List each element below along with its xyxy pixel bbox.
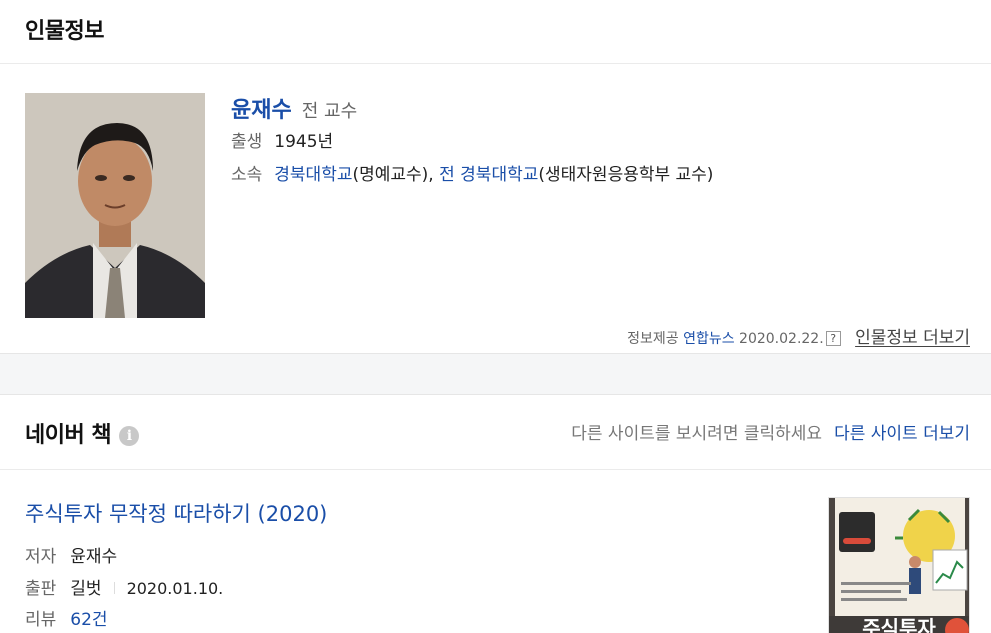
- person-name-row: 윤재수 전 교수: [231, 92, 357, 124]
- source-date: 2020.02.22.: [739, 331, 824, 347]
- affiliation-link-2[interactable]: 경북대학교: [460, 165, 538, 185]
- question-mark-icon[interactable]: ?: [825, 331, 841, 346]
- book-section-title-wrap: 네이버 책 i: [25, 417, 140, 449]
- person-title: 전 교수: [301, 101, 358, 122]
- birth-label: 출생: [231, 132, 263, 152]
- author-value: 윤재수: [70, 547, 118, 567]
- book-header-right: 다른 사이트를 보시려면 클릭하세요 다른 사이트 더보기: [571, 419, 970, 444]
- person-photo[interactable]: [25, 93, 205, 318]
- book-publisher-row: 출판 길벗 2020.01.10.: [25, 574, 223, 599]
- book-title-link[interactable]: 주식투자 무작정 따라하기 (2020): [25, 498, 327, 528]
- person-photo-image: [25, 93, 205, 318]
- book-section-title: 네이버 책: [25, 423, 112, 448]
- book-author-row: 저자 윤재수: [25, 542, 117, 567]
- publisher-label: 출판: [25, 579, 57, 599]
- other-sites-hint: 다른 사이트를 보시려면 클릭하세요: [571, 424, 823, 444]
- person-section-title: 인물정보: [25, 19, 104, 44]
- affiliation-prefix-2[interactable]: 전: [439, 165, 460, 185]
- affiliation-label: 소속: [231, 165, 263, 185]
- birth-row: 출생 1945년: [231, 127, 333, 152]
- source-label: 정보제공: [627, 331, 679, 347]
- book-cover-title: 주식투자: [862, 616, 936, 633]
- author-label: 저자: [25, 547, 57, 567]
- source-row: 정보제공 연합뉴스 2020.02.22.? 인물정보 더보기: [627, 323, 970, 348]
- person-section-header: 인물정보: [0, 0, 991, 64]
- section-divider: [0, 353, 991, 395]
- book-cover-art: 주식투자: [829, 498, 969, 633]
- publisher-value: 길벗: [70, 579, 102, 599]
- birth-value: 1945년: [274, 132, 334, 152]
- affiliation-row: 소속 경북대학교(명예교수), 전 경북대학교(생태자원응용학부 교수): [231, 160, 713, 185]
- info-icon[interactable]: i: [119, 426, 140, 446]
- affiliation-role-1: (명예교수),: [352, 165, 440, 185]
- person-name-link[interactable]: 윤재수: [231, 98, 292, 123]
- affiliation-role-2: (생태자원응용학부 교수): [538, 165, 714, 185]
- meta-separator: [113, 582, 115, 594]
- book-cover-image[interactable]: 주식투자: [828, 497, 970, 633]
- affiliation-link-1[interactable]: 경북대학교: [274, 165, 352, 185]
- book-review-row: 리뷰 62건: [25, 605, 108, 630]
- book-section-header: 네이버 책 i 다른 사이트를 보시려면 클릭하세요 다른 사이트 더보기: [0, 395, 991, 470]
- person-more-link[interactable]: 인물정보 더보기: [855, 328, 970, 348]
- publish-date: 2020.01.10.: [126, 579, 224, 598]
- other-sites-link[interactable]: 다른 사이트 더보기: [834, 424, 970, 444]
- review-label: 리뷰: [25, 610, 57, 630]
- review-count-link[interactable]: 62건: [70, 610, 107, 630]
- source-provider-link[interactable]: 연합뉴스: [683, 331, 735, 347]
